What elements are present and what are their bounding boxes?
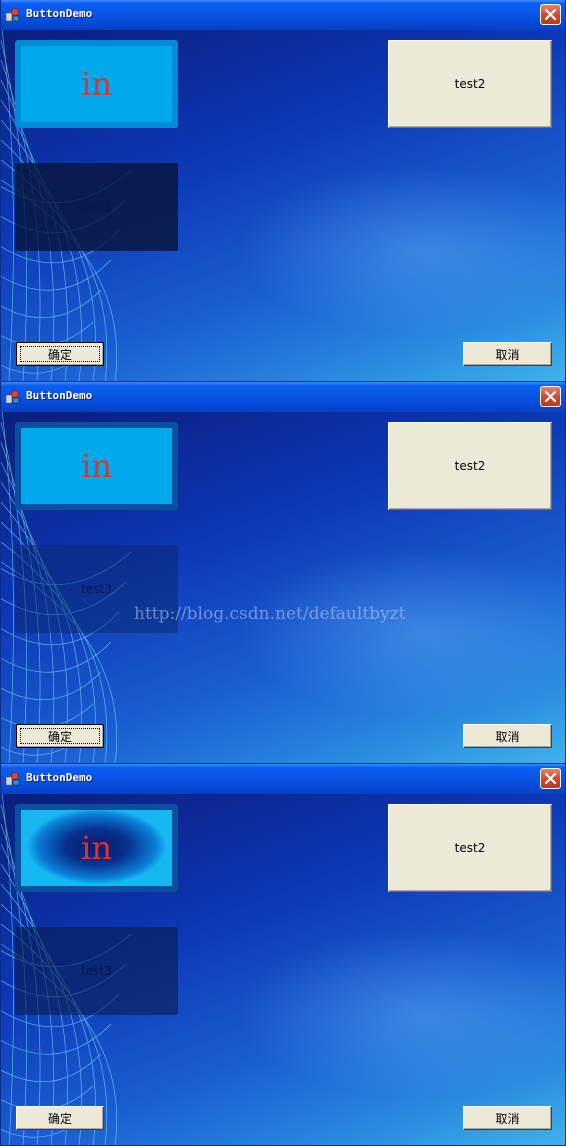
close-button[interactable]: [540, 4, 561, 25]
watermark-text: http://blog.csdn.net/defaultbyzt: [134, 604, 406, 624]
in-button[interactable]: in: [15, 40, 178, 128]
ok-button[interactable]: 确定: [16, 1106, 104, 1130]
ok-button-label: 确定: [47, 1111, 72, 1126]
test2-button[interactable]: test2: [388, 422, 552, 510]
app-window: ButtonDemo in test2 test3 http://blog.cs…: [0, 382, 566, 764]
test2-button[interactable]: test2: [388, 804, 552, 892]
ok-button[interactable]: 确定: [16, 342, 104, 366]
title-bar[interactable]: ButtonDemo: [1, 0, 565, 31]
in-button-label: in: [81, 829, 112, 867]
cancel-button-label: 取消: [495, 347, 520, 362]
window-title: ButtonDemo: [26, 7, 93, 20]
test2-button[interactable]: test2: [388, 40, 552, 128]
app-icon: [5, 772, 20, 786]
cancel-button[interactable]: 取消: [463, 342, 552, 366]
client-area: in test2 test3 http://blog.csdn.net/defa…: [1, 412, 565, 763]
focus-ring: [20, 728, 100, 744]
close-button[interactable]: [540, 768, 561, 789]
test2-button-label: test2: [454, 77, 486, 91]
close-icon: [544, 772, 557, 785]
app-window: ButtonDemo in test2 test3 确定 取消: [0, 0, 566, 382]
cancel-button-label: 取消: [495, 729, 520, 744]
window-title: ButtonDemo: [26, 389, 93, 402]
test3-button[interactable]: test3: [15, 163, 178, 251]
title-bar[interactable]: ButtonDemo: [1, 382, 565, 413]
test2-button-label: test2: [454, 841, 486, 855]
cancel-button-label: 取消: [495, 1111, 520, 1126]
cancel-button[interactable]: 取消: [463, 724, 552, 748]
test3-button[interactable]: test3: [15, 927, 178, 1015]
app-icon: [5, 390, 20, 404]
app-window: ButtonDemo in test2 test3 确定 取消: [0, 764, 566, 1146]
in-button[interactable]: in: [15, 804, 178, 892]
close-icon: [544, 390, 557, 403]
client-area: in test2 test3 确定 取消: [1, 794, 565, 1145]
test3-button-label: test3: [81, 964, 112, 978]
in-button[interactable]: in: [15, 422, 178, 510]
close-icon: [544, 8, 557, 21]
window-title: ButtonDemo: [26, 771, 93, 784]
close-button[interactable]: [540, 386, 561, 407]
in-button-label: in: [81, 65, 112, 103]
test3-button-label: test3: [81, 582, 112, 596]
title-bar[interactable]: ButtonDemo: [1, 764, 565, 795]
test3-button-label: test3: [81, 200, 112, 214]
client-area: in test2 test3 确定 取消: [1, 30, 565, 381]
test2-button-label: test2: [454, 459, 486, 473]
app-icon: [5, 8, 20, 22]
ok-button[interactable]: 确定: [16, 724, 104, 748]
cancel-button[interactable]: 取消: [463, 1106, 552, 1130]
focus-ring: [20, 346, 100, 362]
in-button-label: in: [81, 447, 112, 485]
